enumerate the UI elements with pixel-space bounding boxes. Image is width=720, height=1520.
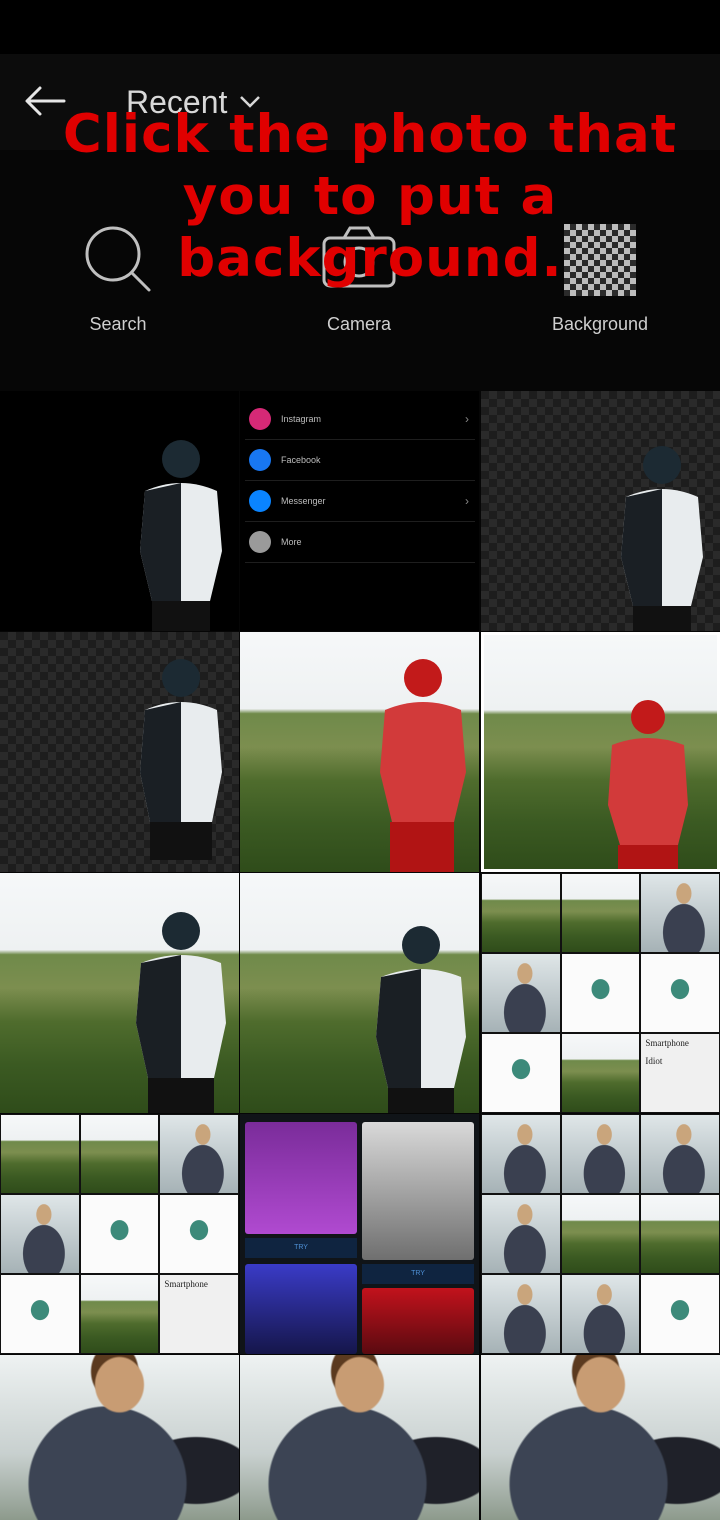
top-app-bar — [0, 54, 720, 150]
photo-thumbnail[interactable] — [240, 632, 479, 872]
chevron-down-icon — [240, 96, 261, 108]
album-selector[interactable]: Recent — [126, 82, 261, 122]
person-figure — [621, 446, 703, 631]
app-screenshot: TRY TRY — [240, 1114, 479, 1354]
more-icon — [249, 531, 271, 553]
photo-thumbnail[interactable] — [481, 1114, 720, 1354]
search-icon — [85, 226, 151, 292]
person-figure — [136, 912, 226, 1113]
photo-thumbnail[interactable] — [481, 391, 720, 631]
text-card: Smartphone Idiot — [640, 1033, 720, 1113]
photo-thumbnail[interactable] — [481, 632, 720, 872]
photo-thumbnail[interactable]: Smartphone Idiot — [481, 873, 720, 1113]
photo-thumbnail[interactable]: Instagram › Facebook Messenger › More — [240, 391, 479, 631]
search-tool[interactable]: Search — [28, 212, 208, 342]
photo-thumbnail[interactable] — [481, 1355, 720, 1520]
camera-label: Camera — [326, 314, 392, 334]
person-figure-red — [380, 659, 466, 872]
camera-icon — [322, 226, 396, 288]
photo-thumbnail[interactable] — [240, 873, 479, 1113]
back-button[interactable] — [22, 84, 66, 118]
person-figure — [140, 659, 222, 860]
collage: Smartphone — [0, 1114, 239, 1354]
share-item-messenger: Messenger › — [245, 481, 475, 522]
photo-thumbnail[interactable] — [0, 632, 239, 872]
photo-thumbnail[interactable] — [0, 873, 239, 1113]
chevron-right-icon: › — [465, 412, 469, 426]
photo-thumbnail[interactable]: TRY TRY — [240, 1114, 479, 1354]
photo-grid: Instagram › Facebook Messenger › More Sm… — [0, 391, 720, 1520]
search-label: Search — [89, 314, 147, 334]
person-figure-red — [608, 700, 688, 869]
photo-thumbnail[interactable] — [0, 391, 239, 631]
chevron-right-icon: › — [465, 494, 469, 508]
facebook-icon — [249, 449, 271, 471]
share-item-instagram: Instagram › — [245, 399, 475, 440]
collage: Smartphone Idiot — [481, 873, 720, 1113]
background-label: Background — [551, 314, 649, 334]
instagram-icon — [249, 408, 271, 430]
back-arrow-icon — [25, 86, 66, 116]
person-figure — [140, 440, 222, 631]
checkerboard-icon — [564, 224, 636, 296]
person-figure — [376, 926, 466, 1113]
share-item-facebook: Facebook — [245, 440, 475, 481]
camera-tool[interactable]: Camera — [269, 212, 449, 342]
background-tool[interactable]: Background — [510, 212, 690, 342]
tool-row: Search Camera Background — [0, 150, 720, 390]
share-item-more: More — [245, 522, 475, 563]
album-label: Recent — [126, 83, 228, 120]
messenger-icon — [249, 490, 271, 512]
photo-thumbnail[interactable] — [240, 1355, 479, 1520]
status-bar — [0, 0, 720, 54]
photo-thumbnail[interactable] — [0, 1355, 239, 1520]
photo-thumbnail[interactable]: Smartphone — [0, 1114, 239, 1354]
collage — [481, 1114, 720, 1354]
text-card: Smartphone — [159, 1274, 239, 1354]
